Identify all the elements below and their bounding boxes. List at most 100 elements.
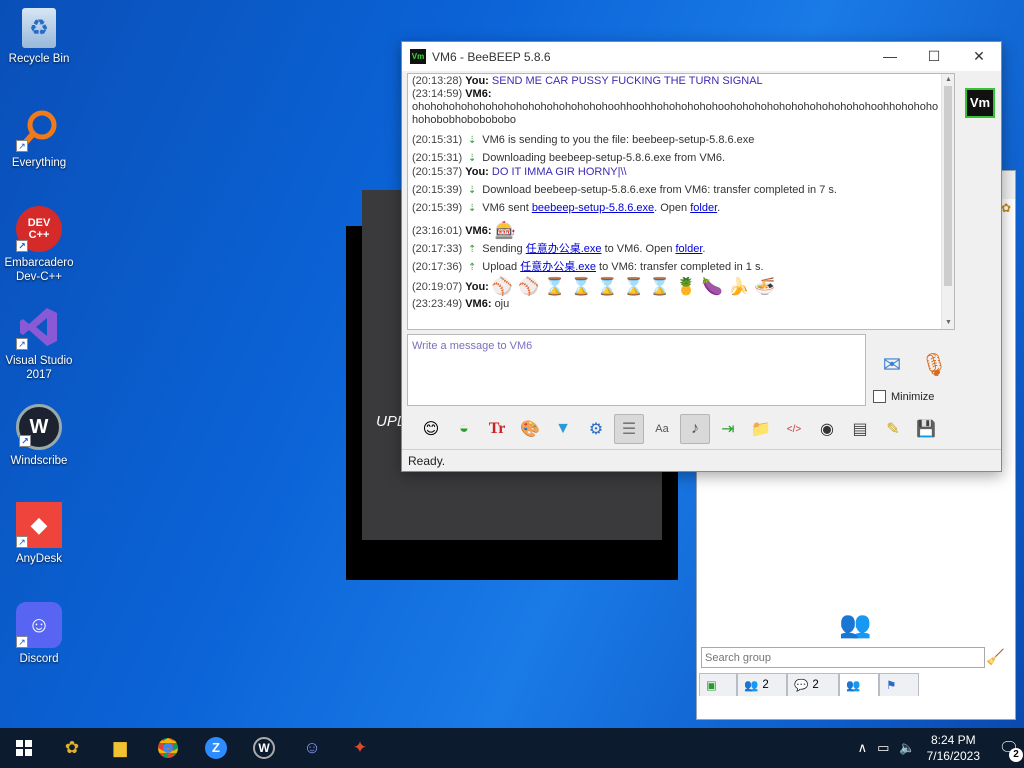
clear-search-icon[interactable]: 🧹 xyxy=(986,648,1005,666)
clock-date: 7/16/2023 xyxy=(926,749,980,763)
pineapple-emoji: 🍍 xyxy=(675,277,697,297)
tab-users[interactable]: 👥 2 xyxy=(737,673,787,696)
system-message-row: (20:15:39) ⇣ Download beebeep-setup-5.8.… xyxy=(412,184,837,196)
camera-icon: ◉ xyxy=(820,421,834,438)
file-link[interactable]: 任意办公桌.exe xyxy=(526,243,602,255)
taskbar-beebeep[interactable]: ✿ xyxy=(48,728,96,768)
scroll-down-arrow[interactable]: ▼ xyxy=(942,317,954,329)
windscribe-icon: W ↗ xyxy=(16,404,62,450)
file-transfer-icon: ⇣ xyxy=(468,135,477,146)
desktop-icon-anydesk[interactable]: ◆ ↗ AnyDesk xyxy=(2,502,76,566)
code-button[interactable]: </> xyxy=(779,414,809,444)
chevron-up-icon[interactable]: ∧ xyxy=(858,740,868,756)
desktop-icon-recycle-bin[interactable]: ♻ Recycle Bin xyxy=(2,8,76,66)
sound-button[interactable]: ♪ xyxy=(680,414,710,444)
tab-groups[interactable]: 👥 xyxy=(839,673,879,696)
volume-muted-icon[interactable]: 🔈 xyxy=(899,740,915,756)
send-button[interactable]: ✉ xyxy=(874,352,910,382)
minimize-button[interactable]: — xyxy=(868,46,912,68)
windscribe-icon: W xyxy=(253,737,275,759)
chat-titlebar[interactable]: Vm VM6 - BeeBEEP 5.8.6 — ☐ ✕ xyxy=(402,42,1001,71)
message-row: (20:13:28) You: SEND ME CAR PUSSY FUCKIN… xyxy=(412,75,763,87)
chat-toolbar: 😊 ◒ Tr 🎨 ▼ ⚙ ☰ Aa ♪ ⇥ 📁 </> ◉ ▤ ✎ 💾 xyxy=(416,414,941,444)
taskbar-chrome[interactable] xyxy=(144,728,192,768)
tab-messages[interactable]: 💬 2 xyxy=(787,673,839,696)
minimize-checkbox[interactable] xyxy=(873,390,886,403)
history-button[interactable]: ▤ xyxy=(845,414,875,444)
chat-window[interactable]: Vm VM6 - BeeBEEP 5.8.6 — ☐ ✕ (20:13:28) … xyxy=(401,41,1002,472)
save-icon: 💾 xyxy=(916,421,936,438)
shortcut-arrow-icon: ↗ xyxy=(16,140,28,152)
minimize-label: Minimize xyxy=(891,390,935,403)
baseball-emoji: ⚾ xyxy=(491,277,514,297)
send-folder-button[interactable]: 📁 xyxy=(746,414,776,444)
taskbar: ✿ ▆ Z W ☺ ✦ ∧ ▭ 🔈 8:24 PM 7/16/2023 🗨 2 xyxy=(0,728,1024,768)
tab-chats[interactable]: ▣ xyxy=(699,673,737,696)
color-button[interactable]: 🎨 xyxy=(515,414,545,444)
tab-shares[interactable]: ⚑ xyxy=(879,673,919,696)
start-button[interactable] xyxy=(0,728,48,768)
send-file-button[interactable]: ⇥ xyxy=(713,414,743,444)
scrollbar-thumb[interactable] xyxy=(944,86,952,286)
avatar[interactable]: Vm xyxy=(965,88,995,118)
desktop-icon-windscribe[interactable]: W ↗ Windscribe xyxy=(2,404,76,468)
taskbar-zoom[interactable]: Z xyxy=(192,728,240,768)
file-transfer-icon: ⇣ xyxy=(468,203,477,214)
network-icon[interactable]: ▭ xyxy=(877,740,889,756)
spellcheck-icon: Aa xyxy=(655,423,669,435)
status-bar: Ready. xyxy=(402,449,1001,471)
users-icon: 👥 xyxy=(744,680,759,692)
shortcut-arrow-icon: ↗ xyxy=(16,338,28,350)
main-window-tabs: ▣ 👥 2 💬 2 👥 ⚑ xyxy=(699,673,919,697)
shortcut-arrow-icon: ↗ xyxy=(16,636,28,648)
compact-view-button[interactable]: ☰ xyxy=(614,414,644,444)
scroll-up-arrow[interactable]: ▲ xyxy=(942,74,954,86)
filter-icon: ▼ xyxy=(555,420,571,437)
system-tray: ∧ ▭ 🔈 8:24 PM 7/16/2023 🗨 2 xyxy=(853,728,1024,768)
notification-center-button[interactable]: 🗨 2 xyxy=(994,738,1024,762)
taskbar-file-explorer[interactable]: ▆ xyxy=(96,728,144,768)
emoticon-button[interactable]: 😊 xyxy=(416,414,446,444)
search-group-input[interactable] xyxy=(701,647,985,668)
folder-link[interactable]: folder xyxy=(690,202,717,214)
font-icon: Tr xyxy=(488,420,506,437)
discord-icon: ☺ ↗ xyxy=(16,602,62,648)
eggplant-emoji: 🍆 xyxy=(701,277,723,297)
palette-icon: 🎨 xyxy=(520,421,540,438)
font-button[interactable]: Tr xyxy=(482,414,512,444)
taskbar-discord[interactable]: ☺ xyxy=(288,728,336,768)
clock[interactable]: 8:24 PM 7/16/2023 xyxy=(927,732,980,764)
flag-icon: ⚑ xyxy=(886,680,897,692)
taskbar-devcpp[interactable]: ✦ xyxy=(336,728,384,768)
filter-button[interactable]: ▼ xyxy=(548,414,578,444)
message-scrollbar[interactable]: ▲ ▼ xyxy=(941,74,954,329)
file-link[interactable]: 任意办公桌.exe xyxy=(520,261,596,273)
spellcheck-button[interactable]: Aa xyxy=(647,414,677,444)
compose-area xyxy=(407,334,866,406)
message-input[interactable] xyxy=(408,335,865,405)
folder-link[interactable]: folder xyxy=(676,243,703,255)
message-row: (23:23:49) VM6: oju xyxy=(412,298,510,310)
voice-message-button[interactable]: 🎙 xyxy=(920,352,948,384)
file-link[interactable]: beebeep-setup-5.8.6.exe xyxy=(532,202,654,214)
receipt-button[interactable]: ◒ xyxy=(449,414,479,444)
screenshot-button[interactable]: ◉ xyxy=(812,414,842,444)
file-transfer-icon: ⇡ xyxy=(468,244,477,255)
desktop-icon-everything[interactable]: ↗ Everything xyxy=(2,106,76,170)
save-button[interactable]: 💾 xyxy=(911,414,941,444)
edit-button[interactable]: ✎ xyxy=(878,414,908,444)
minimize-option: Minimize xyxy=(873,390,934,403)
search-group-row: 🧹 xyxy=(699,646,1015,670)
system-message-row: (20:15:31) ⇣ VM6 is sending to you the f… xyxy=(412,134,755,146)
desktop-icon-devcpp[interactable]: DEV C++ ↗ Embarcadero Dev-C++ xyxy=(2,206,76,284)
close-button[interactable]: ✕ xyxy=(957,46,1001,68)
message-history[interactable]: (20:13:28) You: SEND ME CAR PUSSY FUCKIN… xyxy=(407,73,955,330)
taskbar-windscribe[interactable]: W xyxy=(240,728,288,768)
settings-button[interactable]: ⚙ xyxy=(581,414,611,444)
recycle-bin-icon: ♻ xyxy=(22,8,56,48)
notification-badge: 2 xyxy=(1009,748,1023,762)
desktop-icon-discord[interactable]: ☺ ↗ Discord xyxy=(2,602,76,666)
maximize-button[interactable]: ☐ xyxy=(912,46,956,68)
chrome-icon xyxy=(158,738,178,758)
desktop-icon-visual-studio[interactable]: ↗ Visual Studio 2017 xyxy=(2,304,76,382)
